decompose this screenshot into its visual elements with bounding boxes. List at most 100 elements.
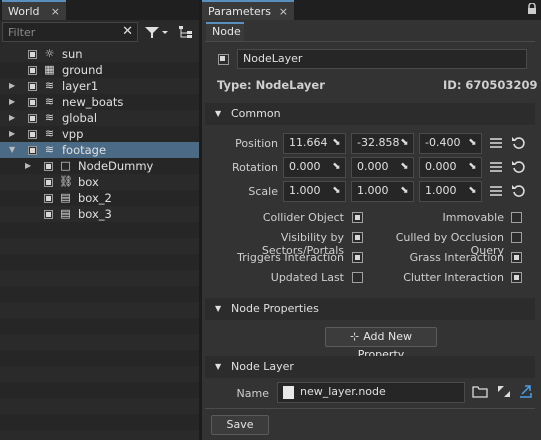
- close-icon[interactable]: ×: [279, 2, 288, 22]
- tree-item[interactable]: ⛓ box: [0, 174, 199, 190]
- section-common[interactable]: ▼ Common: [205, 103, 535, 125]
- tree-item[interactable]: ▶ ≋ new_boats: [0, 94, 199, 110]
- vector-field[interactable]: 0.000 ⬊: [351, 157, 414, 178]
- reset-icon[interactable]: [511, 159, 527, 178]
- filter-options-icon[interactable]: [143, 24, 171, 40]
- reset-icon[interactable]: [511, 183, 527, 202]
- tab-parameters[interactable]: Parameters ×: [202, 0, 294, 20]
- close-icon[interactable]: ×: [51, 2, 60, 22]
- save-button[interactable]: Save: [211, 415, 269, 435]
- node-name-field[interactable]: NodeLayer: [237, 49, 527, 69]
- visibility-checkbox[interactable]: [44, 210, 53, 219]
- flag-checkbox[interactable]: [352, 252, 363, 263]
- layer-icon: ≋: [44, 127, 55, 140]
- tree-item[interactable]: ▤ box_3: [0, 206, 199, 222]
- dummy-icon: □: [60, 159, 71, 172]
- folder-icon[interactable]: [472, 384, 488, 399]
- hierarchy-icon[interactable]: [177, 24, 195, 40]
- menu-icon[interactable]: [489, 185, 503, 200]
- collapse-arrow-icon: ▼: [215, 304, 222, 313]
- clear-filter-icon[interactable]: ✕: [122, 24, 133, 39]
- tree-item-label: ground: [62, 63, 103, 77]
- expand-arrow-icon[interactable]: ▶: [25, 158, 31, 174]
- expanded-arrow-icon[interactable]: ▼: [9, 142, 15, 158]
- drag-handle-icon[interactable]: ⬊: [467, 161, 478, 172]
- vector-field[interactable]: 0.000 ⬊: [419, 157, 482, 178]
- visibility-checkbox[interactable]: [44, 178, 53, 187]
- flag-checkbox[interactable]: [511, 272, 522, 283]
- add-new-property-button[interactable]: ⊹ Add New Property: [325, 327, 437, 361]
- vector-field[interactable]: 1.000 ⬊: [351, 181, 414, 202]
- vector-field[interactable]: 1.000 ⬊: [283, 181, 346, 202]
- tree-item-label: footage: [62, 143, 107, 157]
- visibility-checkbox[interactable]: [44, 162, 53, 171]
- drag-handle-icon[interactable]: ⬊: [331, 185, 342, 196]
- lock-icon[interactable]: [527, 2, 537, 15]
- visibility-checkbox[interactable]: [28, 50, 37, 59]
- filter-input[interactable]: Filter ✕: [2, 22, 138, 42]
- flag-checkbox[interactable]: [511, 212, 522, 223]
- expand-arrow-icon[interactable]: ▶: [9, 94, 15, 110]
- subtab-node[interactable]: Node: [206, 22, 244, 41]
- tree-item[interactable]: ▶ □ NodeDummy: [0, 158, 199, 174]
- layer-icon: ≋: [44, 143, 55, 156]
- drag-handle-icon[interactable]: ⬊: [467, 185, 478, 196]
- tree-item-label: global: [62, 111, 98, 125]
- node-enabled-checkbox[interactable]: [218, 54, 229, 65]
- vector-field[interactable]: 0.000 ⬊: [283, 157, 346, 178]
- vector-field[interactable]: -0.400 ⬊: [419, 133, 482, 154]
- flag-label: Collider Object: [262, 211, 344, 224]
- tree-item[interactable]: ▼ ≋ footage: [0, 142, 199, 158]
- flag-checkbox[interactable]: [352, 232, 363, 243]
- params-tabbar: Parameters ×: [202, 0, 541, 20]
- tree-item[interactable]: ☼ sun: [0, 46, 199, 62]
- tree-item-label: NodeDummy: [78, 159, 154, 173]
- visibility-checkbox[interactable]: [28, 130, 37, 139]
- drag-handle-icon[interactable]: ⬊: [331, 137, 342, 148]
- expand-arrow-icon[interactable]: ▶: [9, 126, 15, 142]
- vector-field[interactable]: 11.664 ⬊: [283, 133, 346, 154]
- vector-value: 0.000: [425, 160, 457, 173]
- node-name-value: NodeLayer: [243, 52, 303, 65]
- vector-value: 1.000: [289, 184, 321, 197]
- vector-value: 11.664: [289, 136, 328, 149]
- vector-value: -32.858: [357, 136, 400, 149]
- vector-value: 0.000: [357, 160, 389, 173]
- visibility-checkbox[interactable]: [28, 114, 37, 123]
- vector-field[interactable]: -32.858 ⬊: [351, 133, 414, 154]
- flag-checkbox[interactable]: [511, 252, 522, 263]
- visibility-checkbox[interactable]: [28, 146, 37, 155]
- layer-file-field[interactable]: new_layer.node: [277, 382, 465, 403]
- tree-stripe: [0, 318, 199, 334]
- reveal-icon[interactable]: [496, 384, 512, 399]
- tree-item[interactable]: ▤ box_2: [0, 190, 199, 206]
- visibility-checkbox[interactable]: [28, 98, 37, 107]
- tree-item[interactable]: ▶ ≋ layer1: [0, 78, 199, 94]
- section-node-layer[interactable]: ▼ Node Layer: [205, 356, 535, 378]
- tab-world[interactable]: World ×: [2, 0, 66, 20]
- tree-item[interactable]: ▦ ground: [0, 62, 199, 78]
- flag-checkbox[interactable]: [352, 272, 363, 283]
- expand-arrow-icon[interactable]: ▶: [9, 78, 15, 94]
- tree-item-label: vpp: [62, 127, 84, 141]
- tree-item[interactable]: ▶ ≋ vpp: [0, 126, 199, 142]
- menu-icon[interactable]: [489, 161, 503, 176]
- flag-checkbox[interactable]: [511, 232, 522, 243]
- vector-field[interactable]: 1.000 ⬊: [419, 181, 482, 202]
- section-node-properties[interactable]: ▼ Node Properties: [205, 298, 535, 320]
- vector-value: 1.000: [425, 184, 457, 197]
- visibility-checkbox[interactable]: [44, 194, 53, 203]
- drag-handle-icon[interactable]: ⬊: [399, 161, 410, 172]
- reset-icon[interactable]: [511, 135, 527, 154]
- flag-checkbox[interactable]: [352, 212, 363, 223]
- menu-icon[interactable]: [489, 137, 503, 152]
- visibility-checkbox[interactable]: [28, 82, 37, 91]
- drag-handle-icon[interactable]: ⬊: [331, 161, 342, 172]
- visibility-checkbox[interactable]: [28, 66, 37, 75]
- expand-arrow-icon[interactable]: ▶: [9, 110, 15, 126]
- drag-handle-icon[interactable]: ⬊: [467, 137, 478, 148]
- open-external-icon[interactable]: [518, 384, 534, 399]
- tree-item[interactable]: ▶ ≋ global: [0, 110, 199, 126]
- drag-handle-icon[interactable]: ⬊: [399, 137, 410, 148]
- drag-handle-icon[interactable]: ⬊: [399, 185, 410, 196]
